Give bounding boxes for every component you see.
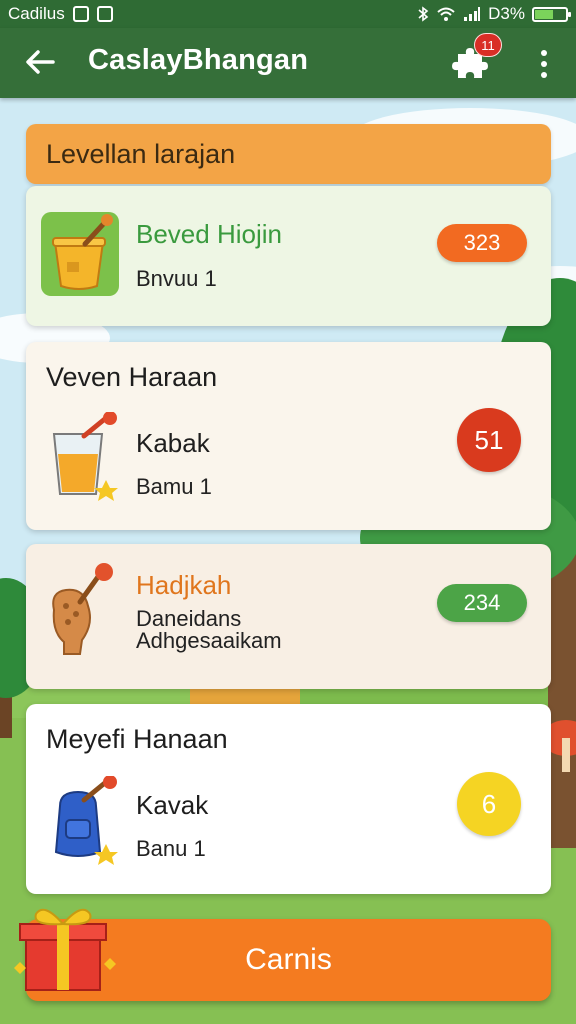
- battery-icon: [532, 6, 571, 22]
- page-title: CaslayBhangan: [88, 44, 309, 76]
- item-name: Hadjkah: [136, 570, 232, 600]
- item-name: Beved Hiojin: [136, 219, 282, 249]
- item-subtitle: Bnvuu 1: [136, 266, 217, 291]
- back-button[interactable]: [20, 42, 60, 82]
- arrow-left-icon: [26, 50, 55, 74]
- battery-percent: D3%: [488, 4, 525, 23]
- item-card[interactable]: Beved Hiojin Bnvuu 1 323: [26, 186, 551, 326]
- backpack-icon: [48, 775, 124, 866]
- item-name: Kavak: [136, 790, 209, 820]
- item-card[interactable]: Veven Haraan Kabak Bamu 1 51: [26, 342, 551, 530]
- score-badge: 51: [457, 408, 521, 472]
- image-icon: [96, 6, 113, 22]
- app-bar: CaslayBhangan 11: [0, 28, 576, 98]
- score-pill: 323: [437, 224, 527, 262]
- score-badge: 6: [457, 772, 521, 836]
- bluetooth-icon: [418, 6, 429, 22]
- more-vert-icon: [541, 50, 547, 56]
- carrier-label: Cadilus: [8, 4, 65, 23]
- card-heading: Meyefi Hanaan: [46, 724, 228, 754]
- item-card[interactable]: Hadjkah Daneidans Adhgesaaikam 234: [26, 544, 551, 689]
- item-subtitle: Bamu 1: [136, 474, 212, 499]
- gift-box-icon: [6, 898, 126, 1018]
- juice-glass-icon: [48, 411, 124, 502]
- section-header: Levellan larajan: [26, 124, 551, 184]
- item-subtitle: Banu 1: [136, 836, 206, 861]
- card-heading: Veven Haraan: [46, 362, 218, 392]
- notification-badge: 11: [474, 33, 502, 57]
- item-card[interactable]: Meyefi Hanaan Kavak Banu 1 6: [26, 704, 551, 894]
- section-title: Levellan larajan: [46, 139, 236, 169]
- item-name: Kabak: [136, 428, 210, 458]
- status-bar: Cadilus D3%: [0, 0, 576, 28]
- honey-pot-icon: [41, 212, 119, 296]
- item-subtitle: Daneidans Adhgesaaikam: [136, 606, 282, 653]
- notification-icon: [72, 6, 89, 22]
- cookie-hand-icon: [44, 562, 124, 660]
- wifi-icon: [437, 7, 455, 21]
- signal-icon: [464, 7, 481, 21]
- overflow-menu-button[interactable]: [530, 44, 558, 84]
- score-pill: 234: [437, 584, 527, 622]
